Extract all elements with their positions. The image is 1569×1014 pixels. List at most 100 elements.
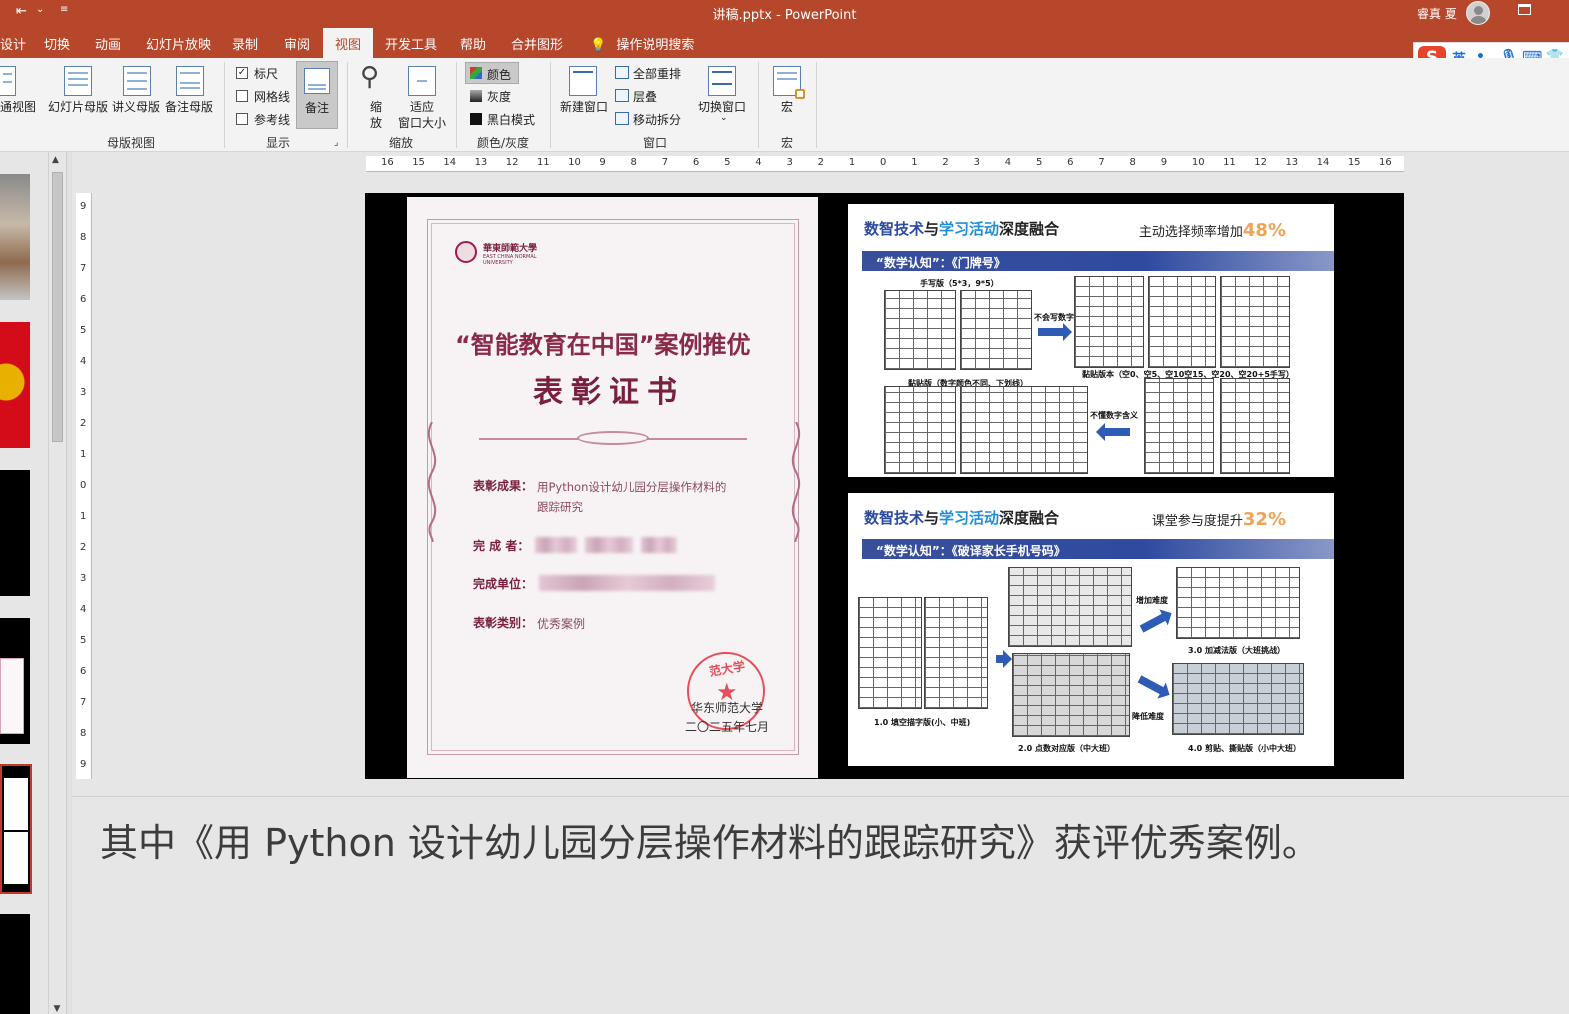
show-dialog-launcher-icon[interactable]: ⌟	[334, 138, 338, 148]
new-window-icon[interactable]	[569, 66, 597, 96]
author-redacted	[535, 537, 577, 553]
label-cut: 4.0 剪贴、撕贴版（小中大班）	[1188, 744, 1301, 753]
tab-help[interactable]: 帮助	[460, 34, 486, 53]
ruler-label[interactable]: 标尺	[254, 65, 278, 82]
author-redacted	[585, 537, 633, 553]
avatar[interactable]	[1466, 1, 1490, 25]
ruler-tick-label: 9	[599, 157, 606, 168]
worksheet-image	[858, 597, 922, 709]
zoom-label-1[interactable]: 缩	[370, 98, 382, 115]
tell-me-search[interactable]: 💡 操作说明搜索	[590, 34, 694, 53]
gridlines-label[interactable]: 网格线	[254, 88, 290, 105]
zoom-label-2[interactable]: 放	[370, 114, 382, 131]
ruler-tick-label: 5	[80, 635, 87, 646]
notes-pane-divider[interactable]	[72, 796, 1569, 797]
arrange-all-label[interactable]: 全部重排	[633, 65, 681, 82]
thumbnail-scrollbar[interactable]: ▲	[48, 152, 66, 1014]
notes-master-label[interactable]: 备注母版	[165, 98, 213, 115]
scroll-down-icon[interactable]: ▼	[51, 1004, 63, 1014]
arrow-down-right-icon	[1137, 675, 1165, 695]
black-white-label[interactable]: 黑白模式	[487, 111, 535, 128]
switch-dropdown-icon[interactable]: ⌄	[720, 113, 728, 123]
ruler-checkbox[interactable]: ✓	[236, 67, 248, 79]
certificate-subheading: 表彰证书	[533, 375, 685, 410]
normal-view-icon[interactable]	[0, 66, 16, 96]
guides-label[interactable]: 参考线	[254, 111, 290, 128]
move-split-icon[interactable]	[615, 112, 629, 125]
thumbnail-slide[interactable]	[0, 914, 30, 1014]
ruler-tick-label: 14	[1316, 157, 1330, 168]
notes-button[interactable]: 备注	[296, 61, 338, 129]
ruler-tick-label: 7	[1098, 157, 1105, 168]
ruler-tick-label: 8	[1129, 157, 1136, 168]
user-name[interactable]: 睿真 夏	[1417, 5, 1457, 22]
thumbnail-slide[interactable]	[0, 470, 30, 596]
card-stat: 课堂参与度提升32%	[1151, 509, 1286, 530]
slide-master-icon[interactable]	[64, 66, 92, 96]
thumbnail-slide[interactable]	[0, 322, 30, 448]
handout-master-label[interactable]: 讲义母版	[112, 98, 160, 115]
tab-transitions[interactable]: 切换	[44, 34, 70, 53]
tab-slideshow[interactable]: 幻灯片放映	[146, 34, 211, 53]
ruler-tick-label: 11	[1223, 157, 1236, 168]
normal-view-label[interactable]: 通视图	[0, 98, 36, 115]
worksheet-image	[924, 597, 988, 709]
zoom-icon[interactable]: ⚲	[360, 62, 379, 92]
gridlines-checkbox[interactable]	[236, 90, 248, 102]
lightbulb-icon: 💡	[590, 38, 607, 53]
ruler-tick-label: 13	[1285, 157, 1299, 168]
ruler-tick-label: 0	[880, 157, 887, 168]
tab-view[interactable]: 视图	[323, 28, 374, 58]
cascade-label[interactable]: 层叠	[633, 88, 657, 105]
new-window-label[interactable]: 新建窗口	[560, 98, 608, 115]
ruler-tick-label: 2	[817, 157, 824, 168]
result-value-1: 用Python设计幼儿园分层操作材料的	[537, 480, 727, 494]
ruler-tick-label: 12	[505, 157, 519, 168]
slide-master-label[interactable]: 幻灯片母版	[48, 98, 108, 115]
tab-animations[interactable]: 动画	[95, 34, 121, 53]
color-button[interactable]: 颜色	[465, 62, 519, 84]
grayscale-icon[interactable]	[470, 90, 482, 102]
ruler-tick-label: 9	[80, 201, 87, 212]
thumbnail-slide[interactable]	[0, 174, 30, 300]
tab-design[interactable]: 设计	[0, 34, 26, 53]
move-split-label[interactable]: 移动拆分	[633, 111, 681, 128]
fit-label-2[interactable]: 窗口大小	[398, 114, 446, 131]
ruler-tick-label: 6	[1067, 157, 1074, 168]
author-label: 完 成 者：	[473, 539, 530, 553]
arrange-all-icon[interactable]	[615, 66, 629, 79]
ribbon-display-options-icon[interactable]	[1518, 4, 1531, 15]
speaker-notes-text[interactable]: 其中《用 Python 设计幼儿园分层操作材料的跟踪研究》获评优秀案例。	[100, 812, 1320, 867]
zoom-group-label: 缩放	[389, 136, 414, 150]
tab-developer[interactable]: 开发工具	[385, 34, 437, 53]
slide-card-phone-number: 数智技术与学习活动深度融合 课堂参与度提升32% “数学认知”：《破译家长手机号…	[848, 493, 1334, 766]
switch-windows-icon[interactable]	[708, 66, 736, 96]
panel-divider[interactable]	[66, 152, 72, 1014]
thumbnail-slide-selected[interactable]	[0, 764, 32, 894]
tab-record[interactable]: 录制	[232, 34, 258, 53]
tab-review[interactable]: 审阅	[284, 34, 310, 53]
ribbon-tabs: 设计 切换 动画 幻灯片放映 录制 审阅 视图 开发工具 帮助 合并图形 💡 操…	[0, 26, 1569, 58]
cascade-icon[interactable]	[615, 89, 629, 102]
worksheet-image	[884, 290, 956, 370]
handout-master-icon[interactable]	[123, 66, 151, 96]
notes-master-icon[interactable]	[176, 66, 204, 96]
guides-checkbox[interactable]	[236, 113, 248, 125]
scrollbar-thumb[interactable]	[52, 172, 63, 442]
black-white-icon[interactable]	[470, 113, 482, 125]
thumbnail-slide[interactable]	[0, 618, 30, 744]
separator	[224, 62, 225, 148]
macros-icon[interactable]	[773, 66, 805, 99]
window-title: 讲稿.pptx - PowerPoint	[712, 8, 857, 23]
grayscale-label[interactable]: 灰度	[487, 88, 511, 105]
ruler-tick-label: 5	[724, 157, 731, 168]
tab-merge-shapes[interactable]: 合并图形	[511, 34, 563, 53]
arrow-right-icon	[996, 650, 1012, 668]
macros-label[interactable]: 宏	[781, 98, 793, 115]
ruler-tick-label: 4	[80, 356, 87, 367]
scroll-up-icon[interactable]: ▲	[52, 155, 59, 165]
ruler-tick-label: 6	[692, 157, 700, 168]
label-harder: 增加难度	[1136, 596, 1168, 605]
fit-label-1[interactable]: 适应	[410, 98, 434, 115]
fit-to-window-icon[interactable]	[408, 66, 436, 96]
